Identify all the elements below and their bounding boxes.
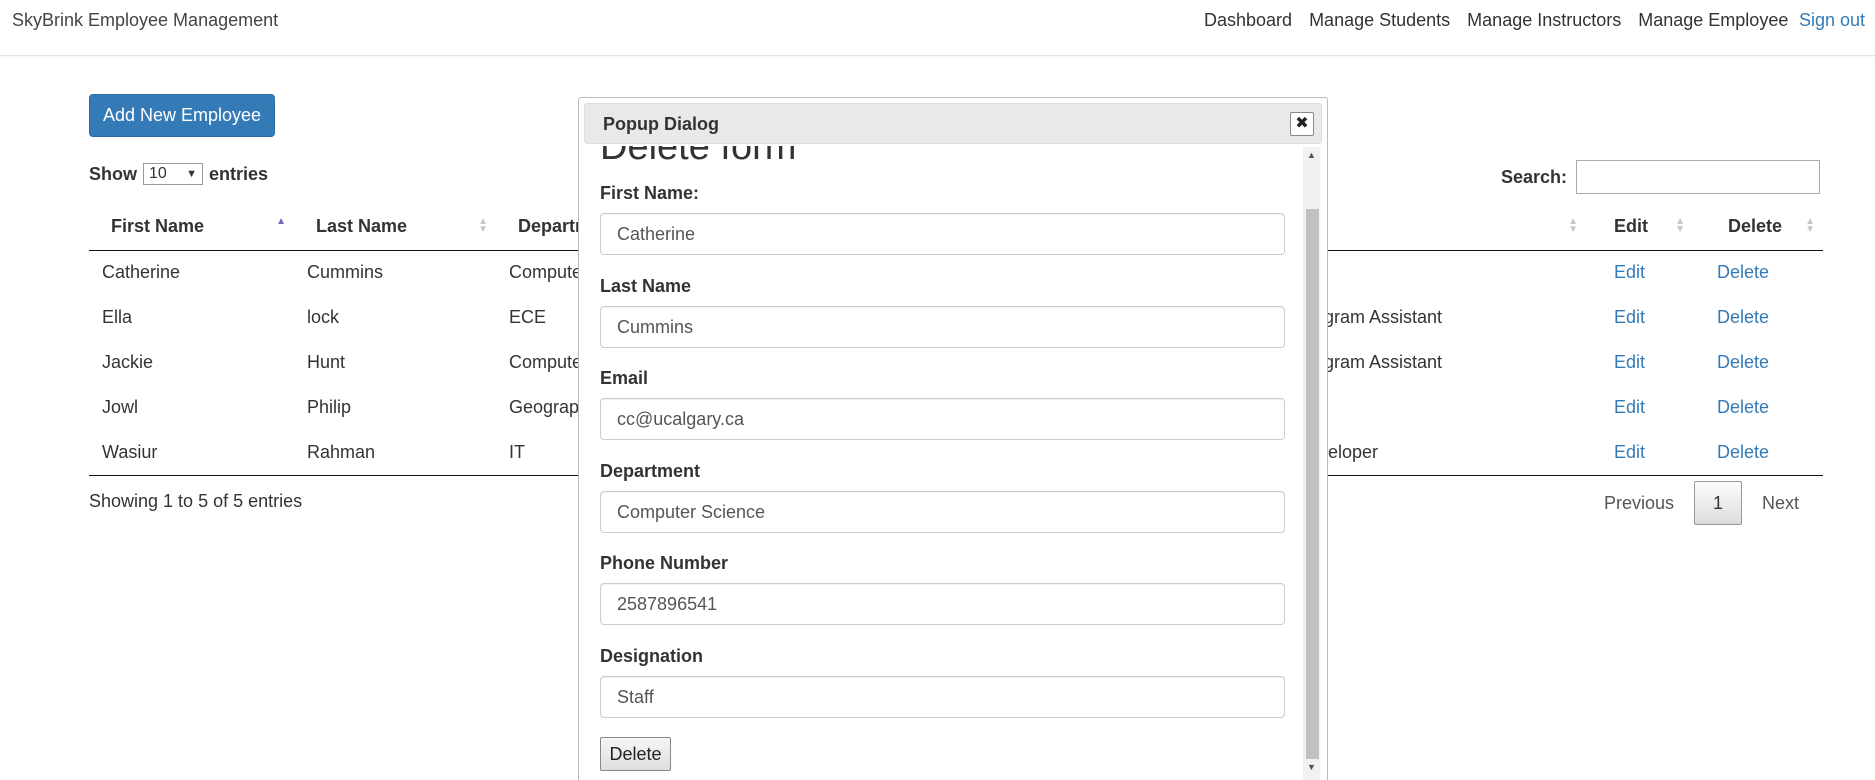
col-department-label: Departr xyxy=(518,216,583,237)
department-label: Department xyxy=(600,461,701,481)
cell-last-name: Hunt xyxy=(307,352,346,372)
cell-edit: Edit xyxy=(1586,385,1693,430)
previous-button[interactable]: Previous xyxy=(1604,493,1674,514)
nav-manage-instructors[interactable]: Manage Instructors xyxy=(1467,10,1621,31)
cell-designation: Program Assistant xyxy=(1296,352,1443,372)
col-delete[interactable]: Delete ▲ ▼ xyxy=(1693,204,1823,251)
cell-designation: Program Assistant xyxy=(1296,307,1443,327)
add-new-employee-button[interactable]: Add New Employee xyxy=(89,94,275,137)
cell-delete: Delete xyxy=(1693,340,1823,385)
cell-edit: Edit xyxy=(1586,250,1693,295)
designation-label: Designation xyxy=(600,646,704,666)
cell-delete: Delete xyxy=(1693,430,1823,476)
last-name-label: Last Name xyxy=(600,276,692,296)
sort-icon: ▲ ▼ xyxy=(1805,216,1815,235)
col-last-name-label: Last Name xyxy=(316,216,408,237)
cell-designation: Developer xyxy=(1296,430,1586,476)
delete-link[interactable]: Delete xyxy=(1717,352,1769,372)
cell-last-name: Rahman xyxy=(294,430,496,476)
dialog-title: Popup Dialog xyxy=(603,114,719,134)
page-1-button[interactable]: 1 xyxy=(1694,481,1742,525)
phone-field[interactable]: 2587896541 xyxy=(600,583,1285,625)
dialog-body: Delete form First Name: Catherine Last N… xyxy=(579,146,1315,780)
dialog-scrollbar[interactable]: ▲ ▼ xyxy=(1303,147,1320,780)
nav-dashboard[interactable]: Dashboard xyxy=(1204,10,1292,31)
sort-icon: ▲ ▼ xyxy=(1568,216,1578,235)
edit-link[interactable]: Edit xyxy=(1614,352,1645,372)
col-edit[interactable]: Edit ▲ ▼ xyxy=(1586,204,1693,251)
first-name-field[interactable]: Catherine xyxy=(600,213,1285,255)
entries-select[interactable]: 10 ▼ xyxy=(143,163,203,185)
next-button[interactable]: Next xyxy=(1762,493,1799,514)
edit-link[interactable]: Edit xyxy=(1614,442,1645,462)
cell-delete: Delete xyxy=(1693,385,1823,430)
designation-field[interactable]: Staff xyxy=(600,676,1285,718)
popup-dialog: Popup Dialog ✖ Delete form First Name: C… xyxy=(578,97,1328,780)
cell-first-name: Wasiur xyxy=(89,430,294,476)
table-info: Showing 1 to 5 of 5 entries xyxy=(89,491,303,511)
form-heading: Delete form xyxy=(600,146,797,168)
edit-link[interactable]: Edit xyxy=(1614,307,1645,327)
cell-delete: Delete xyxy=(1693,250,1823,295)
show-label: Show xyxy=(89,163,137,184)
cell-edit: Edit xyxy=(1586,340,1693,385)
col-designation[interactable]: tion ▲▼ xyxy=(1296,204,1586,251)
cell-edit: Edit xyxy=(1586,295,1693,340)
cell-last-name: Cummins xyxy=(307,262,384,283)
scroll-thumb[interactable] xyxy=(1306,209,1319,759)
sort-icon: ▲ ▼ xyxy=(478,216,488,235)
search-label: Search: xyxy=(1501,166,1568,187)
last-name-field[interactable]: Cummins xyxy=(600,306,1285,348)
cell-last-name: Philip xyxy=(307,397,352,417)
delete-submit-button[interactable]: Delete xyxy=(600,737,671,771)
cell-edit: Edit xyxy=(1586,430,1693,476)
phone-label: Phone Number xyxy=(600,553,729,573)
nav-manage-employee[interactable]: Manage Employee xyxy=(1638,10,1788,31)
cell-first-name: Catherine xyxy=(102,262,181,283)
cell-first-name: Jackie xyxy=(102,352,154,372)
entries-select-value: 10 xyxy=(149,165,167,182)
nav-links: Dashboard Manage Students Manage Instruc… xyxy=(1204,10,1805,31)
entries-length: Show 10 ▼ entries xyxy=(89,163,268,185)
signout-link[interactable]: Sign out xyxy=(1799,10,1865,31)
scroll-up-icon[interactable]: ▲ xyxy=(1303,147,1320,164)
scroll-down-icon[interactable]: ▼ xyxy=(1303,759,1320,776)
delete-link[interactable]: Delete xyxy=(1717,262,1769,282)
search-input[interactable] xyxy=(1576,160,1821,194)
col-edit-label: Edit xyxy=(1614,216,1648,237)
chevron-down-icon: ▼ xyxy=(186,168,197,180)
department-field[interactable]: Computer Science xyxy=(600,491,1285,533)
cell-delete: Delete xyxy=(1693,295,1823,340)
entries-label: entries xyxy=(209,163,269,184)
dialog-titlebar[interactable]: Popup Dialog ✖ xyxy=(584,103,1322,144)
cell-designation xyxy=(1296,385,1586,430)
table-search: Search: xyxy=(1501,160,1821,194)
delete-link[interactable]: Delete xyxy=(1717,307,1769,327)
brand[interactable]: SkyBrink Employee Management xyxy=(12,10,278,31)
edit-link[interactable]: Edit xyxy=(1614,397,1645,417)
sort-icon: ▲ ▼ xyxy=(1675,216,1685,235)
col-first-name-label: First Name xyxy=(111,216,205,237)
col-last-name[interactable]: Last Name ▲ ▼ xyxy=(294,204,496,251)
cell-designation xyxy=(1296,250,1586,295)
email-field[interactable]: cc@ucalgary.ca xyxy=(600,398,1285,440)
col-delete-label: Delete xyxy=(1728,216,1783,237)
delete-link[interactable]: Delete xyxy=(1717,442,1769,462)
nav-manage-students[interactable]: Manage Students xyxy=(1309,10,1450,31)
first-name-label: First Name: xyxy=(600,183,700,203)
cell-first-name: Ella xyxy=(102,307,133,327)
edit-link[interactable]: Edit xyxy=(1614,262,1645,282)
close-icon[interactable]: ✖ xyxy=(1290,112,1314,136)
navbar: SkyBrink Employee Management Dashboard M… xyxy=(0,0,1875,56)
sort-asc-icon: ▲ xyxy=(276,216,286,227)
col-first-name[interactable]: First Name ▲ xyxy=(89,204,294,251)
cell-last-name: lock xyxy=(307,307,340,327)
email-label: Email xyxy=(600,368,649,388)
delete-link[interactable]: Delete xyxy=(1717,397,1769,417)
cell-first-name: Jowl xyxy=(102,397,139,417)
